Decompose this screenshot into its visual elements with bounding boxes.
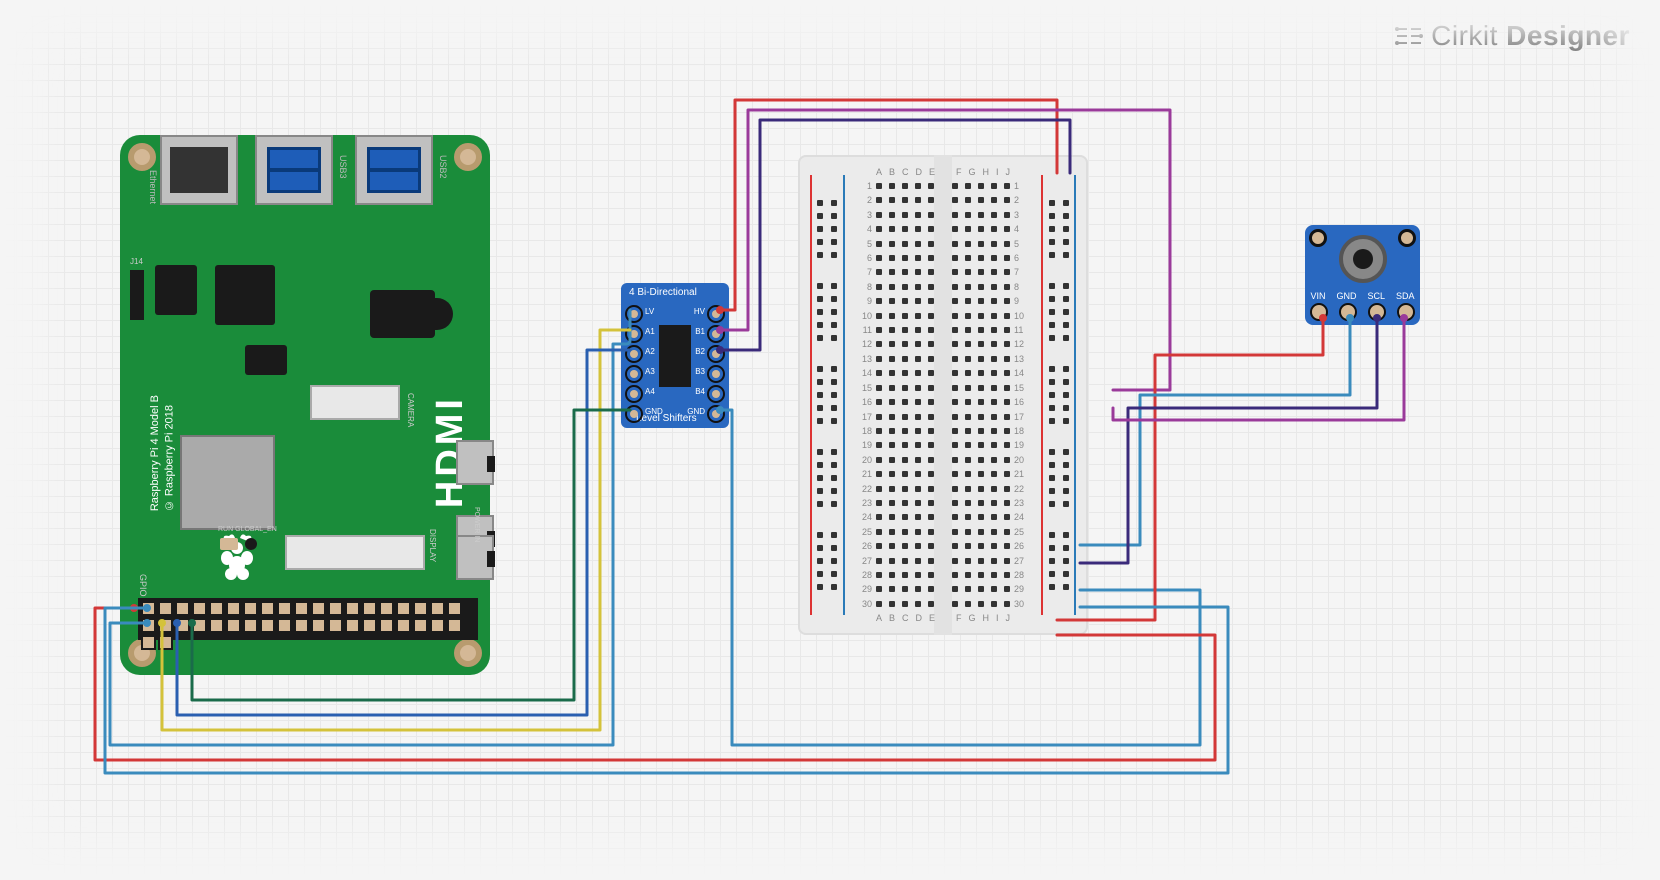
sensor-lens [1339, 235, 1387, 283]
gpio-label: GPIO [138, 574, 148, 597]
col-labels: JIHGF [956, 167, 1010, 177]
usb-port [355, 135, 433, 205]
breadboard-gap [934, 155, 952, 635]
usb3-label: USB3 [338, 155, 348, 179]
chip [155, 265, 197, 315]
model-label: Raspberry Pi 4 Model B© Raspberry Pi 201… [148, 395, 177, 511]
app-logo: Cirkit Designer [1395, 20, 1630, 52]
run-pad [220, 538, 238, 550]
tie-points-right [952, 183, 1010, 607]
breadboard[interactable]: ABCDE JIHGF ABCDE JIHGF 1234567891011121… [798, 155, 1088, 635]
power-label: POWER IN [473, 507, 480, 542]
run-label: RUN GLOBAL_EN [218, 526, 277, 533]
power-holes [1063, 187, 1069, 603]
camera-label: CAMERA [406, 393, 415, 427]
mount-hole [1398, 229, 1416, 247]
mount-hole [454, 639, 482, 667]
mount-hole [454, 143, 482, 171]
col-labels: ABCDE [876, 613, 935, 623]
camera-connector [310, 385, 400, 420]
power-rail-blue [843, 175, 845, 615]
row-nums: 1234567891011121314151617181920212223242… [1014, 181, 1030, 609]
j14-label: J14 [130, 257, 143, 266]
power-holes [1049, 187, 1055, 603]
power-holes [831, 187, 837, 603]
level-shifter-board[interactable]: 4 Bi-Directional Level Shifters LVA1A2A3… [621, 283, 729, 428]
micro-hdmi-port [456, 440, 494, 485]
gpio-header[interactable] [138, 598, 478, 640]
soc-chip [180, 435, 275, 530]
logo-icon [1395, 25, 1423, 47]
ic-chip [659, 325, 691, 387]
sensor-pin-labels: VINGNDSCLSDA [1305, 291, 1420, 301]
power-holes [817, 187, 823, 603]
power-rail-blue [1074, 175, 1076, 615]
logo-text: Cirkit Designer [1431, 20, 1630, 52]
ethernet-port [160, 135, 238, 205]
pin-row-right [707, 305, 725, 423]
col-labels: JIHGF [956, 613, 1010, 623]
row-nums: 1234567891011121314151617181920212223242… [856, 181, 872, 609]
pin-row-left [625, 305, 643, 423]
sensor-pins [1305, 303, 1420, 321]
mount-hole [1309, 229, 1327, 247]
tie-points-left [876, 183, 934, 607]
audio-jack [370, 290, 435, 338]
chip [245, 345, 287, 375]
level-shifter-title: 4 Bi-Directional [629, 287, 697, 298]
chip [215, 265, 275, 325]
mount-hole [128, 143, 156, 171]
global-en-pad [245, 538, 257, 550]
usb-port [255, 135, 333, 205]
display-connector [285, 535, 425, 570]
power-rail-red [810, 175, 812, 615]
col-labels: ABCDE [876, 167, 935, 177]
usb2-label: USB2 [438, 155, 448, 179]
power-rail-red [1041, 175, 1043, 615]
ir-sensor-board[interactable]: VINGNDSCLSDA [1305, 225, 1420, 325]
ethernet-label: Ethernet [148, 170, 158, 204]
j14-header [130, 270, 144, 320]
raspberry-pi-board[interactable]: Ethernet USB3 USB2 J14 CAMERA HDMI Raspb… [120, 135, 490, 675]
display-label: DISPLAY [428, 529, 437, 562]
